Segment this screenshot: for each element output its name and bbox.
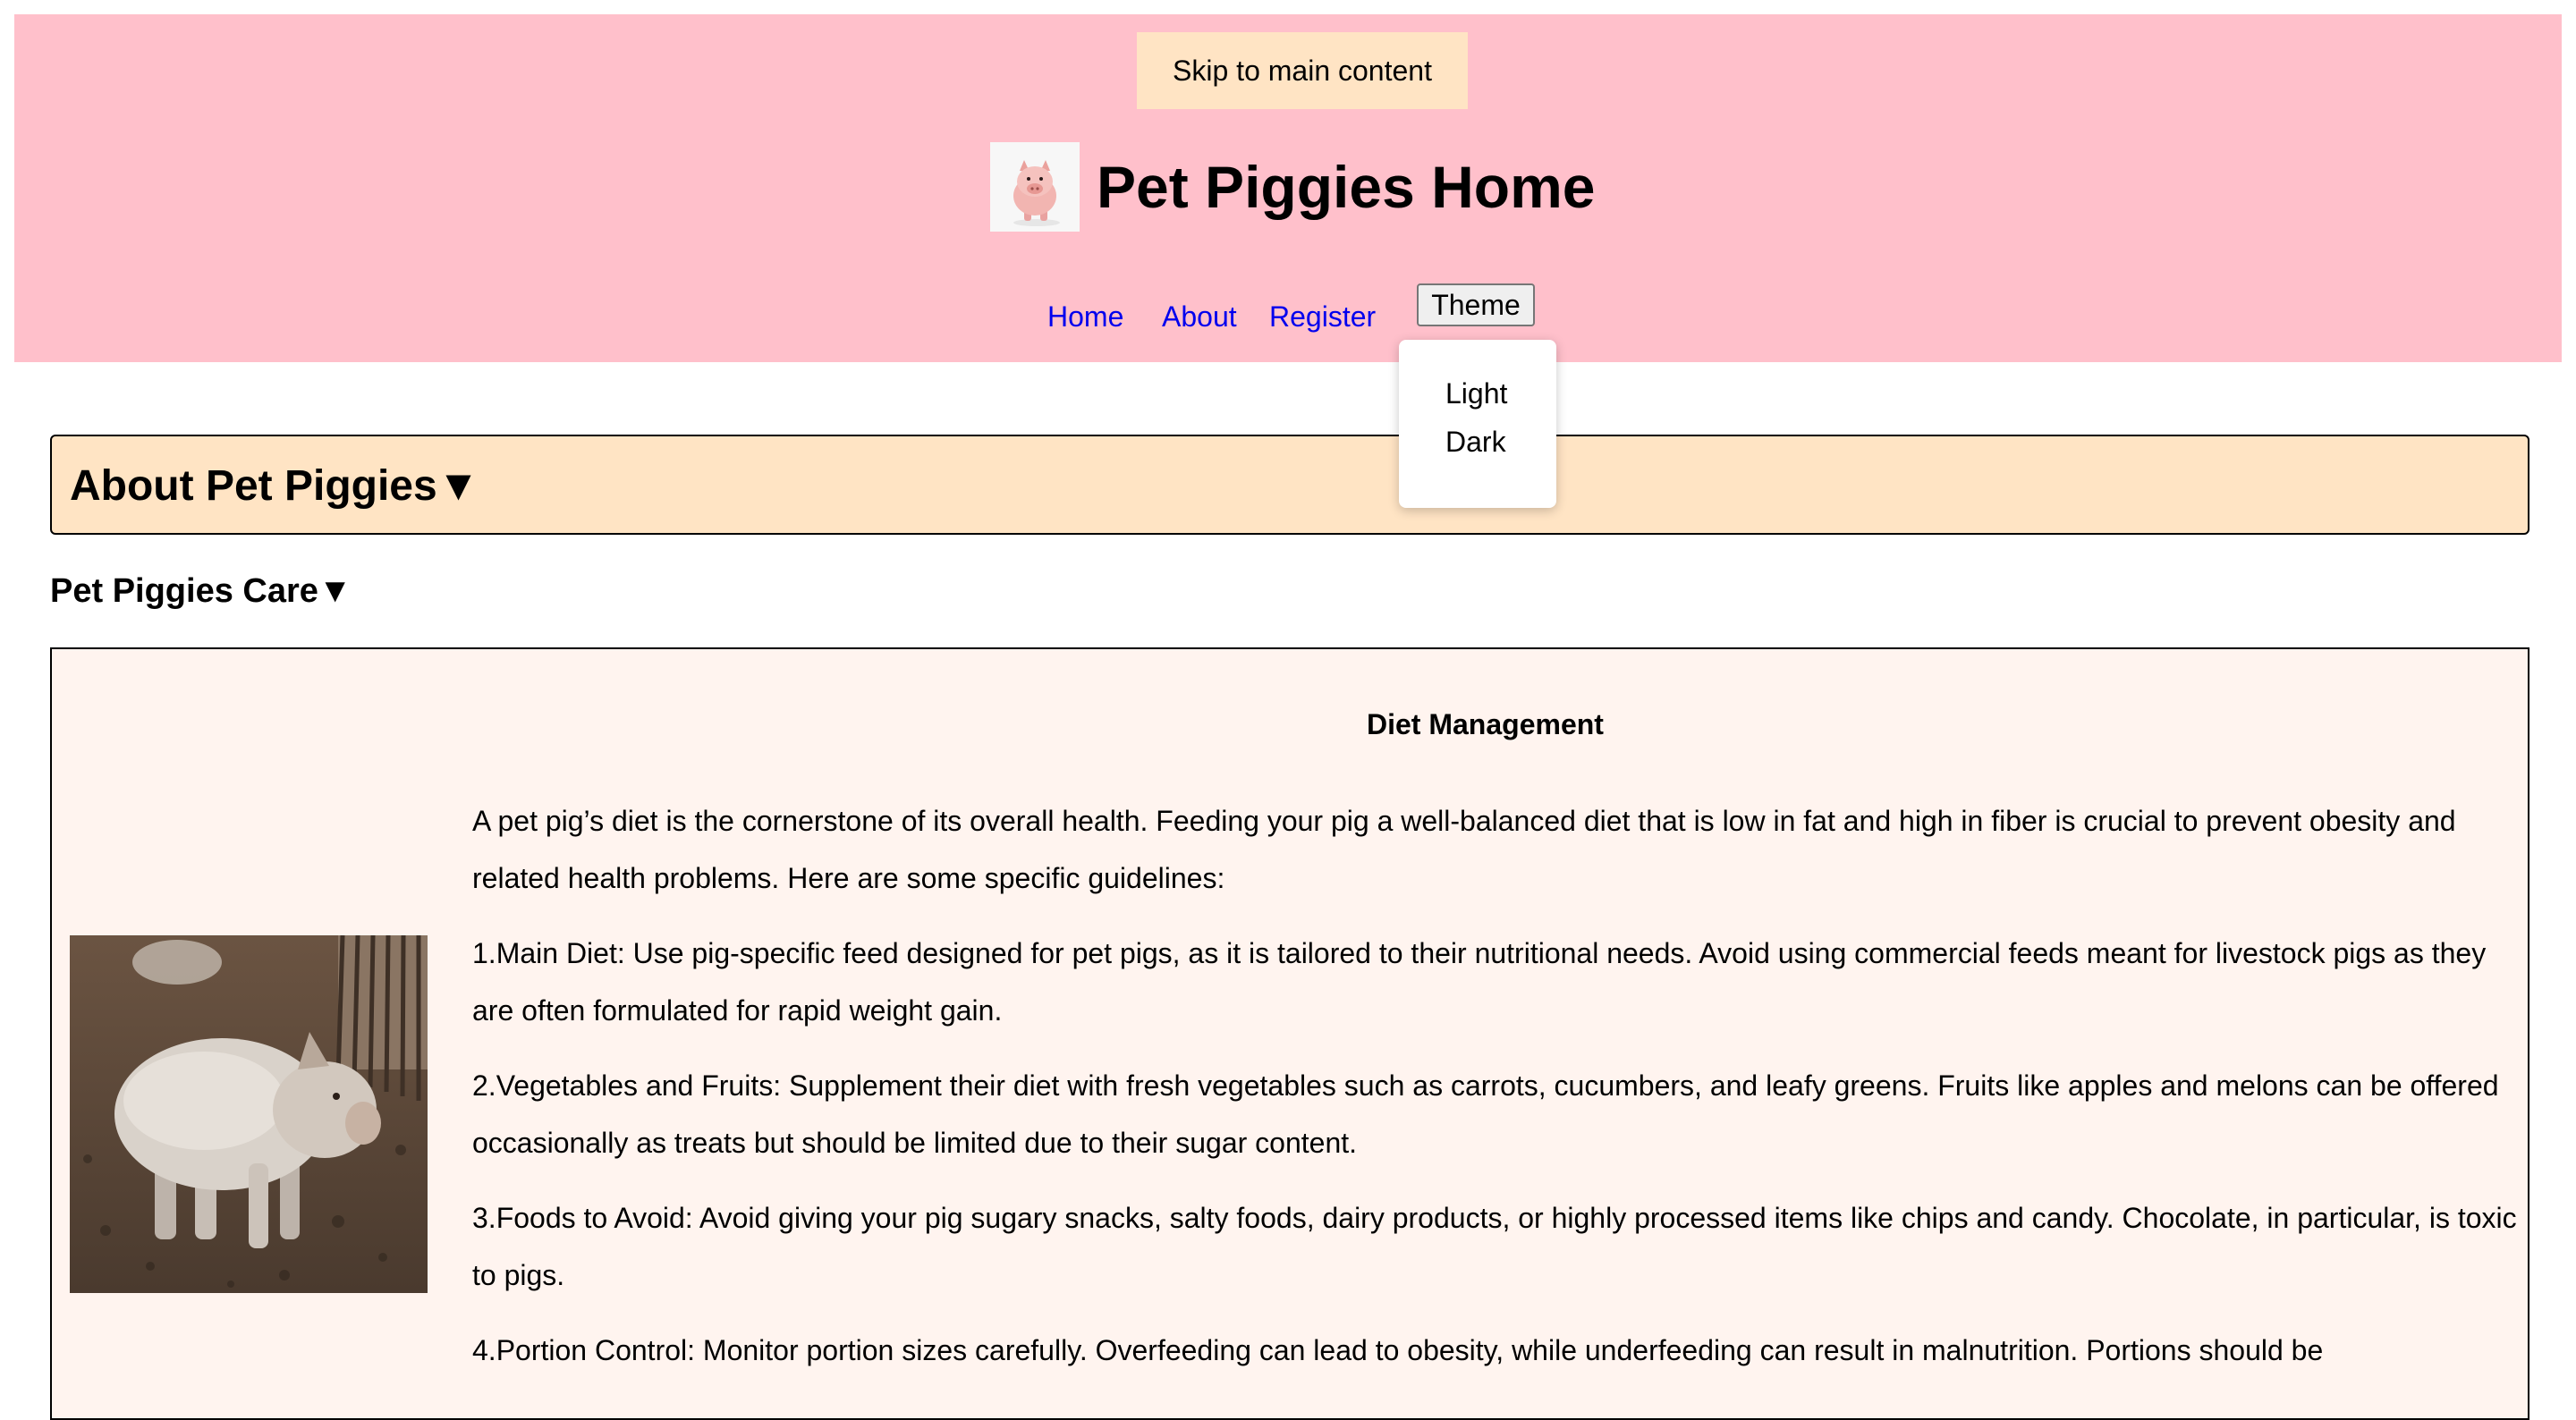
- pig-photo: [70, 935, 428, 1293]
- site-header: Skip to main content Pet Piggies Home Ho…: [14, 14, 2562, 362]
- diet-management-heading: Diet Management: [1367, 708, 1604, 740]
- about-section-toggle[interactable]: About Pet Piggies▼: [70, 461, 479, 511]
- theme-button[interactable]: Theme: [1417, 283, 1535, 326]
- theme-option-light[interactable]: Light: [1445, 377, 1507, 410]
- care-section-toggle[interactable]: Pet Piggies Care▼: [50, 572, 352, 611]
- care-panel: Diet Management A pet pig’s diet is the …: [50, 647, 2529, 1420]
- nav-home-link[interactable]: Home: [1047, 300, 1123, 334]
- nav-about-link[interactable]: About: [1162, 300, 1237, 334]
- skip-to-main-link[interactable]: Skip to main content: [1137, 32, 1468, 109]
- piggy-bank-icon: [990, 142, 1080, 232]
- diet-text: A pet pig’s diet is the cornerstone of i…: [472, 792, 2521, 1397]
- diet-intro-paragraph: A pet pig’s diet is the cornerstone of i…: [472, 805, 2456, 894]
- nav-register-link[interactable]: Register: [1269, 300, 1376, 334]
- theme-dropdown-menu: Light Dark: [1399, 340, 1556, 508]
- diet-vegetables-paragraph: 2.Vegetables and Fruits: Supplement thei…: [472, 1069, 2499, 1159]
- diet-portion-paragraph: 4.Portion Control: Monitor portion sizes…: [472, 1334, 2324, 1366]
- site-title: Pet Piggies Home: [1097, 154, 1596, 220]
- diet-avoid-paragraph: 3.Foods to Avoid: Avoid giving your pig …: [472, 1202, 2517, 1291]
- about-section: About Pet Piggies▼: [50, 435, 2529, 535]
- theme-option-dark[interactable]: Dark: [1445, 426, 1506, 459]
- diet-main-paragraph: 1.Main Diet: Use pig-specific feed desig…: [472, 937, 2487, 1027]
